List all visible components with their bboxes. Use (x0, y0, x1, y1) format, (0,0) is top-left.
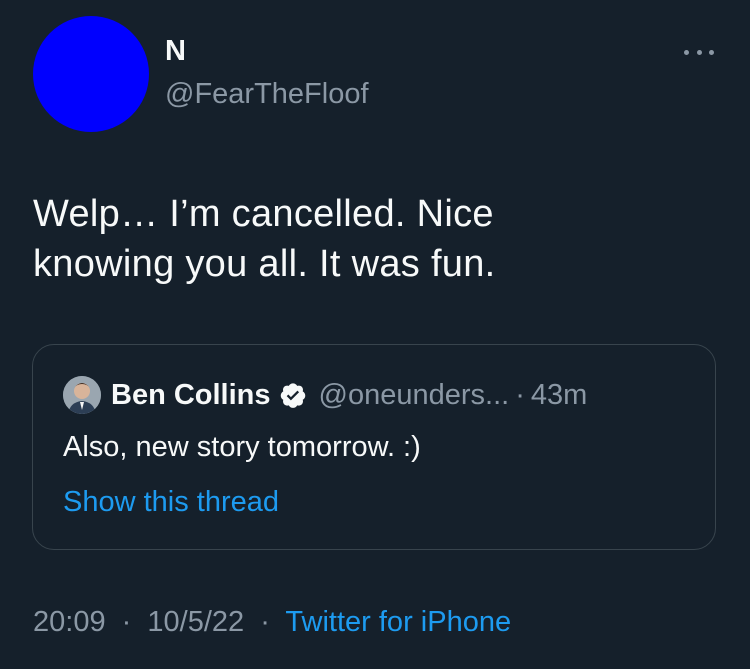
tweet-source-link[interactable]: Twitter for iPhone (285, 606, 511, 638)
quoted-timestamp[interactable]: 43m (531, 379, 587, 412)
verified-badge-icon (279, 381, 307, 409)
quoted-tweet[interactable]: Ben Collins @oneunders... · 43m Also, ne… (32, 344, 716, 550)
tweet-date[interactable]: 10/5/22 (147, 606, 244, 638)
author-avatar[interactable] (33, 16, 149, 132)
tweet-text-line: knowing you all. It was fun. (33, 243, 496, 285)
author-name[interactable]: N (165, 36, 186, 66)
separator-dot: · (121, 606, 132, 638)
separator-dot: · (515, 378, 525, 411)
quoted-author-handle[interactable]: @oneunders... (319, 379, 510, 412)
more-dot (696, 49, 702, 55)
quoted-author-name[interactable]: Ben Collins (111, 379, 271, 412)
quoted-header: Ben Collins @oneunders... · 43m (111, 378, 587, 412)
tweet-meta: 20:09 · 10/5/22 · Twitter for iPhone (33, 604, 511, 640)
quoted-text: Also, new story tomorrow. :) (63, 431, 421, 463)
show-thread-link[interactable]: Show this thread (63, 485, 279, 519)
tweet-text: Welp… I’m cancelled. Nice knowing you al… (33, 189, 713, 289)
tweet-time[interactable]: 20:09 (33, 606, 106, 638)
more-dot (709, 49, 714, 55)
tweet-text-line: Welp… I’m cancelled. Nice (33, 193, 494, 235)
more-horizontal-icon[interactable] (684, 47, 714, 57)
separator-dot: · (260, 606, 270, 638)
tweet: N @FearTheFloof Welp… I’m cancelled. Nic… (0, 0, 750, 669)
author-handle[interactable]: @FearTheFloof (165, 77, 369, 111)
more-dot (684, 49, 689, 55)
quoted-author-avatar[interactable] (63, 376, 101, 414)
